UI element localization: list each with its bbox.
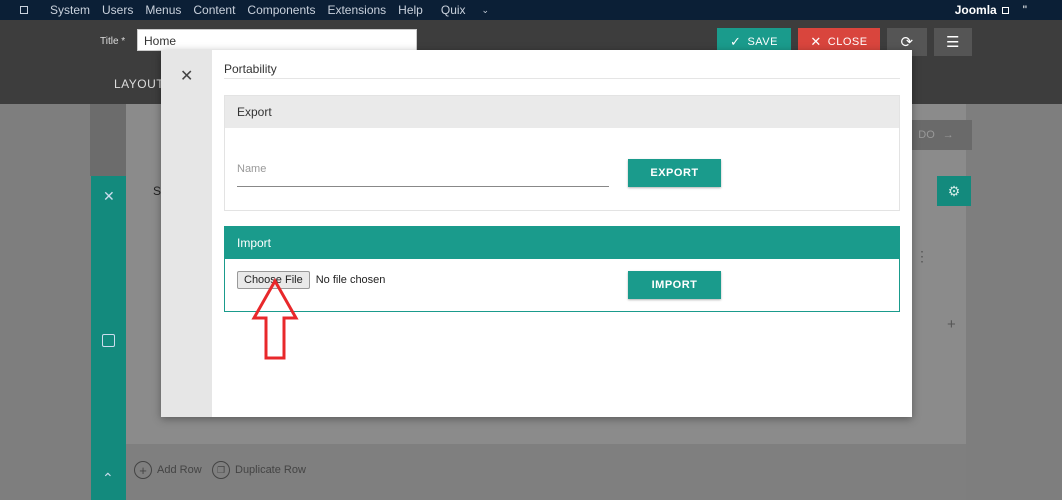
menu-item-extensions[interactable]: Extensions <box>327 3 386 17</box>
section-sidebar: ✕ ⌃ <box>91 176 126 500</box>
menu-toggle-icon[interactable] <box>20 6 28 14</box>
plus-icon[interactable]: + <box>947 316 956 333</box>
check-icon: ✓ <box>730 34 742 49</box>
import-panel: Import Choose File No file chosen IMPORT <box>224 226 900 312</box>
modal-close-icon[interactable]: ✕ <box>180 66 193 86</box>
menu-item-quix[interactable]: Quix ⌄ <box>441 3 501 17</box>
title-label: Title * <box>100 36 126 47</box>
copy-icon: ❐ <box>212 461 230 479</box>
menu-item-help[interactable]: Help <box>398 3 423 17</box>
chevron-down-icon: ⌄ <box>481 4 490 15</box>
title-input[interactable]: Home <box>137 29 417 51</box>
gear-icon: ⚙ <box>947 182 961 199</box>
plus-circle-icon: + <box>134 461 152 479</box>
import-heading: Import <box>225 227 899 259</box>
menu-item-menus[interactable]: Menus <box>145 3 181 17</box>
add-row-label: Add Row <box>157 464 202 476</box>
hamburger-icon: ☰ <box>946 34 960 51</box>
external-link-icon <box>1001 6 1009 14</box>
export-name-input[interactable]: Name <box>237 149 609 187</box>
duplicate-row-label: Duplicate Row <box>235 464 306 476</box>
add-row-button[interactable]: + Add Row <box>134 461 202 479</box>
admin-menu: System Users Menus Content Components Ex… <box>20 0 513 20</box>
builder-gutter <box>90 104 126 176</box>
modal-side-strip <box>161 50 212 417</box>
export-heading: Export <box>225 96 899 128</box>
close-label: CLOSE <box>827 36 868 48</box>
export-button[interactable]: EXPORT <box>628 159 721 187</box>
duplicate-row-button[interactable]: ❐ Duplicate Row <box>212 461 306 479</box>
x-icon: ✕ <box>810 34 822 49</box>
arrow-right-icon: → <box>942 129 954 141</box>
menu-item-system[interactable]: System <box>50 3 90 17</box>
export-panel: Export Name EXPORT <box>224 95 900 211</box>
no-file-text: No file chosen <box>315 274 386 286</box>
menu-item-components[interactable]: Components <box>247 3 315 17</box>
chevron-up-icon[interactable]: ⌃ <box>102 470 114 487</box>
menu-item-users[interactable]: Users <box>102 3 133 17</box>
menu-item-quix-label: Quix <box>440 3 466 17</box>
modal-title: Portability <box>224 62 900 79</box>
menu-button[interactable]: ☰ <box>934 28 972 56</box>
save-label: SAVE <box>747 36 778 48</box>
refresh-icon: ⟳ <box>900 34 914 51</box>
drag-handle-icon[interactable]: ⋮ <box>915 249 929 263</box>
settings-gear-button[interactable]: ⚙ <box>937 176 971 206</box>
save-icon[interactable] <box>102 334 115 347</box>
redo-label: DO <box>918 129 935 141</box>
close-icon[interactable]: ✕ <box>103 188 115 205</box>
brand-label: Joomla <box>954 3 997 17</box>
admin-menu-bar: System Users Menus Content Components Ex… <box>0 0 1062 20</box>
import-button[interactable]: IMPORT <box>628 271 721 299</box>
arrow-up-outline-icon <box>251 278 299 360</box>
site-brand[interactable]: Joomla " <box>955 0 1027 20</box>
section-label: S <box>153 184 162 198</box>
user-menu-label[interactable]: " <box>1023 3 1027 17</box>
tab-layout[interactable]: LAYOUT <box>114 77 164 91</box>
menu-item-content[interactable]: Content <box>193 3 235 17</box>
